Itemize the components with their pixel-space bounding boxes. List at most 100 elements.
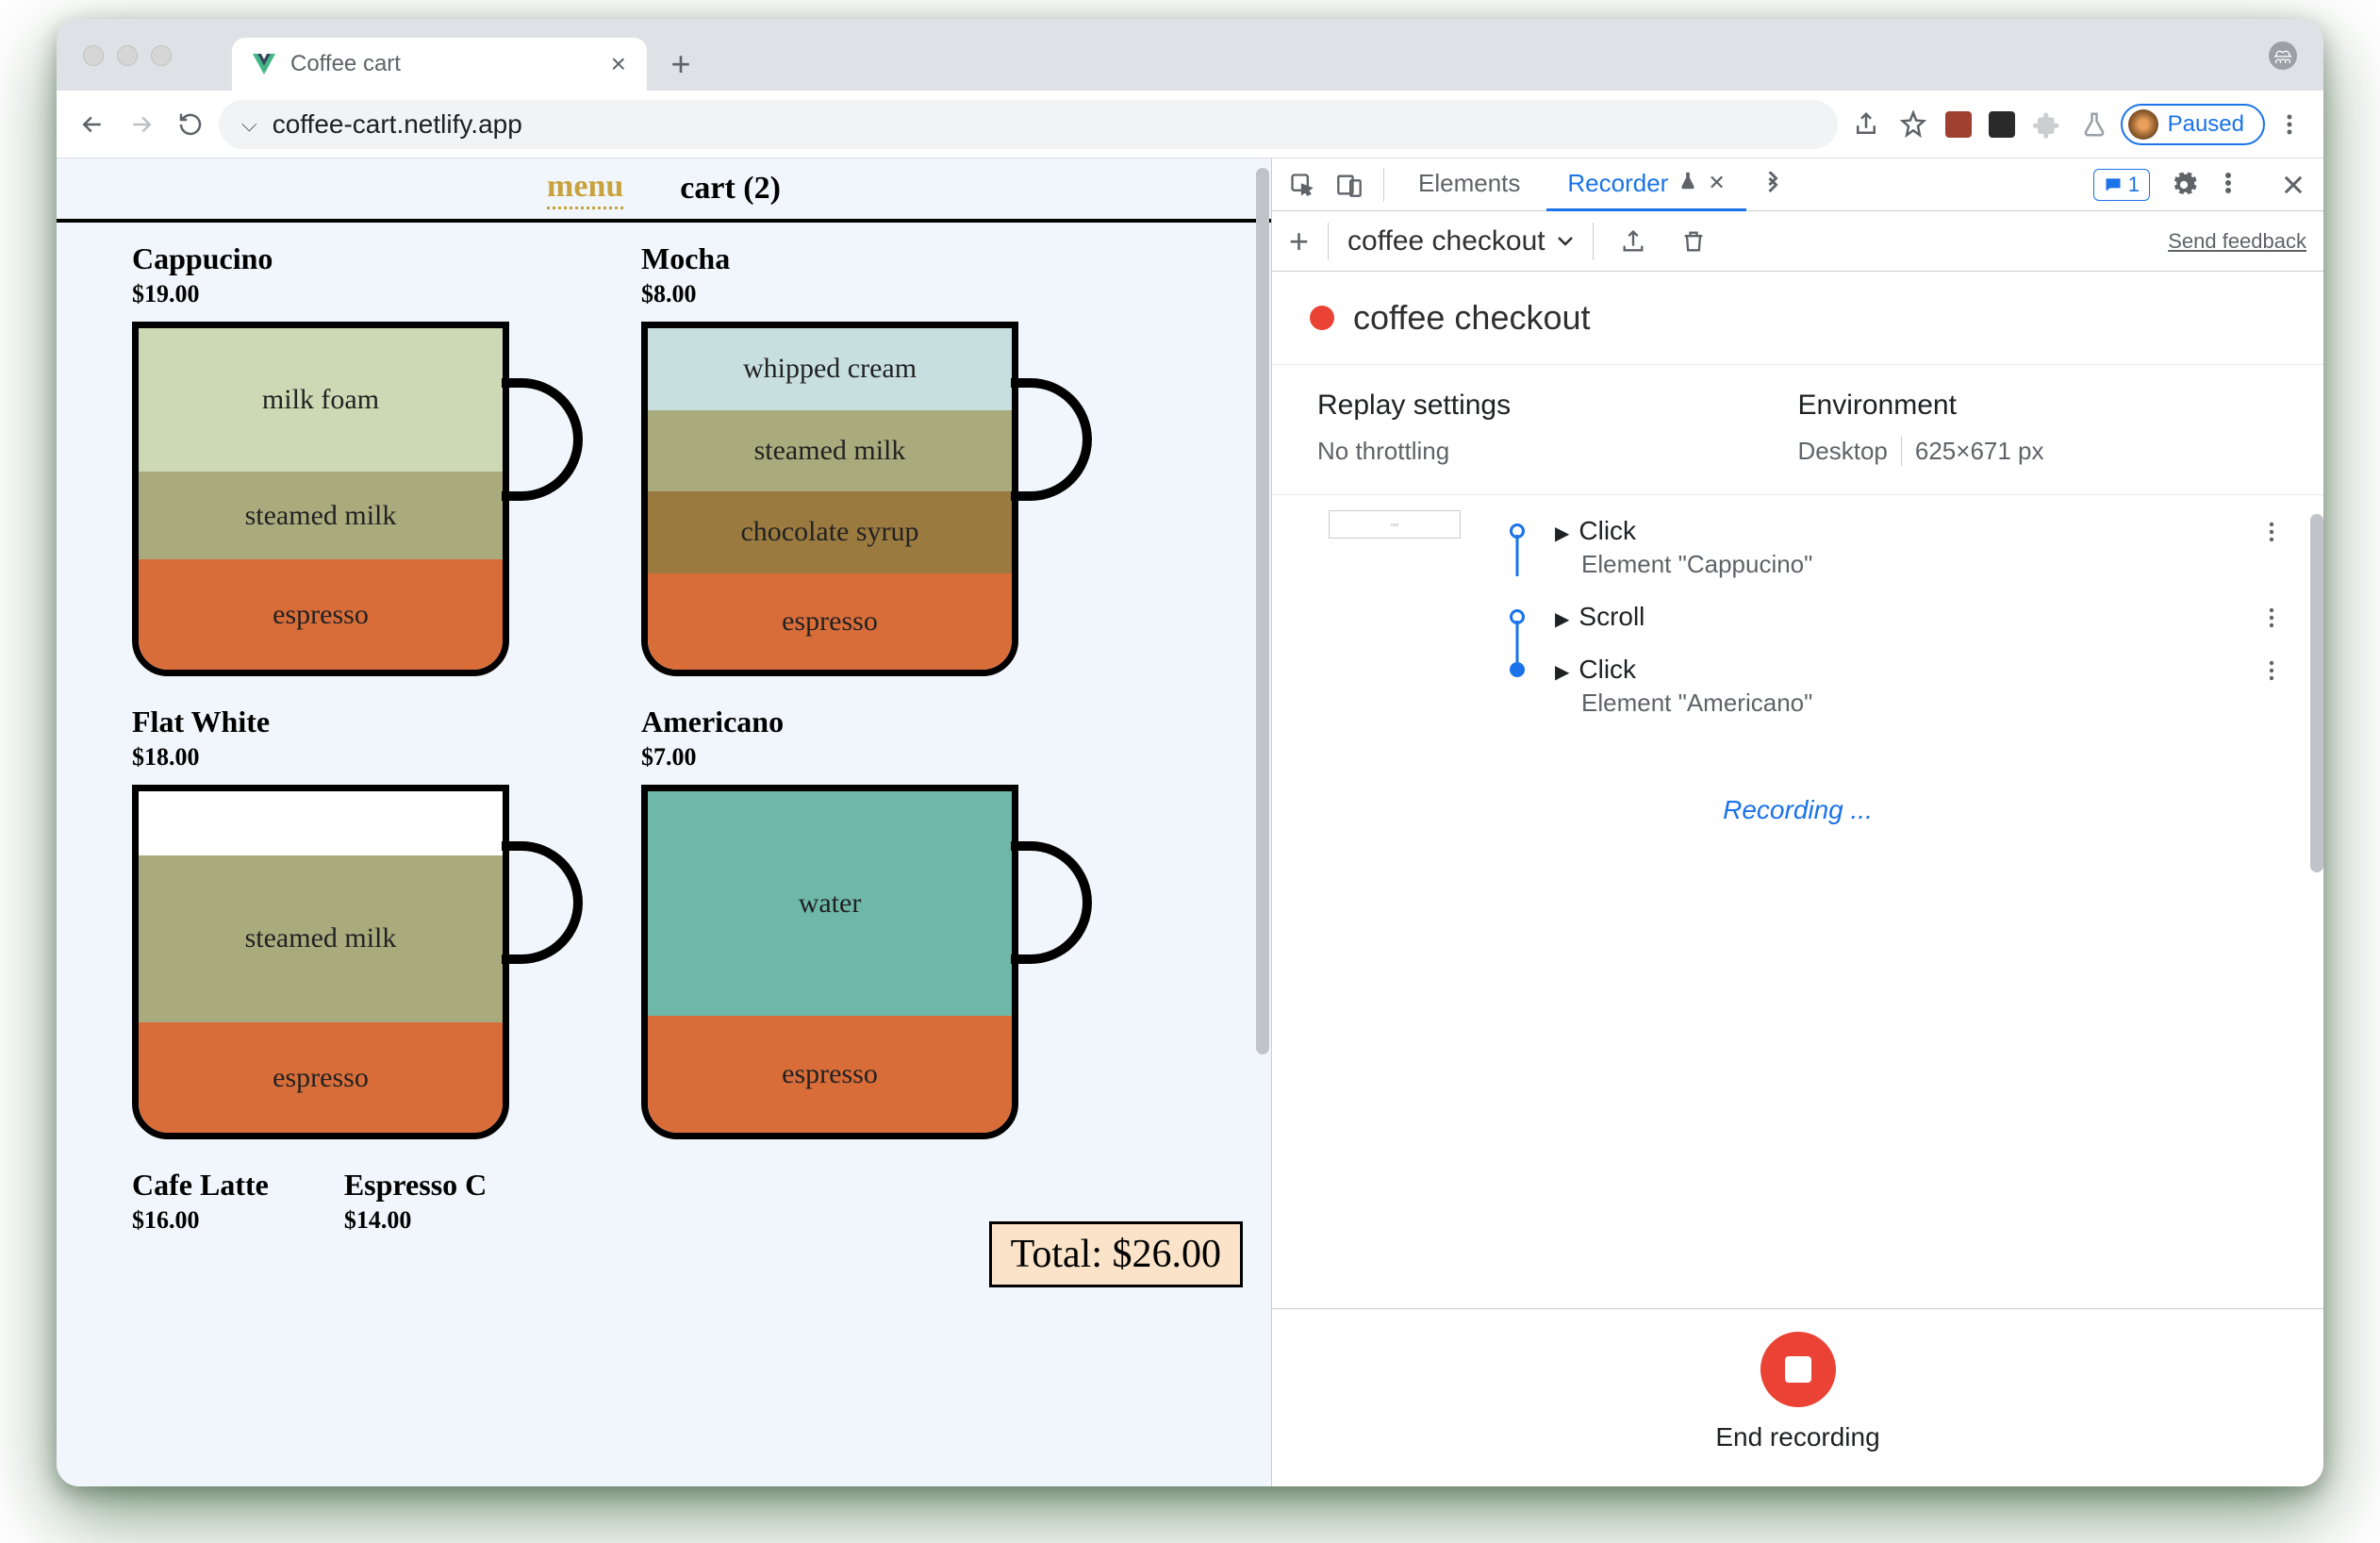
menu-link[interactable]: menu [547, 169, 623, 209]
stop-recording-button[interactable] [1760, 1332, 1836, 1407]
cart-link[interactable]: cart (2) [680, 171, 781, 207]
step-row[interactable]: ▫▫▫▶ClickElement "Americano" [1329, 643, 2286, 729]
devtools-tab-bar: Elements Recorder ✕ 1 [1272, 158, 2323, 211]
url-input[interactable]: ⌵ coffee-cart.netlify.app [219, 100, 1838, 149]
export-icon[interactable] [1612, 221, 1654, 262]
cup-graphic[interactable]: whipped creamsteamed milkchocolate syrup… [641, 322, 1075, 676]
recording-title: coffee checkout [1353, 298, 1591, 338]
profile-indicator[interactable] [2269, 41, 2297, 70]
device-value: Desktop [1798, 437, 1888, 466]
labs-icon[interactable] [2074, 104, 2115, 145]
devtools-scrollbar[interactable] [2310, 514, 2323, 872]
browser-tab[interactable]: Coffee cart × [232, 38, 647, 91]
flask-icon [1678, 169, 1698, 198]
product-price: $14.00 [344, 1206, 487, 1235]
new-tab-button[interactable]: + [658, 41, 703, 87]
avatar-icon [2128, 109, 2158, 140]
recorder-settings: Replay settings No throttling Environmen… [1272, 365, 2323, 495]
forward-button[interactable] [121, 104, 162, 145]
cup-layer [139, 791, 503, 855]
maximize-window[interactable] [151, 45, 172, 66]
inspect-icon[interactable] [1281, 164, 1323, 206]
step-menu-icon[interactable] [2257, 516, 2286, 542]
cup-layer: whipped cream [648, 328, 1012, 410]
cup-layer: steamed milk [139, 855, 503, 1022]
throttling-value[interactable]: No throttling [1317, 437, 1798, 466]
bookmark-icon[interactable] [1892, 104, 1934, 145]
tab-recorder[interactable]: Recorder ✕ [1546, 158, 1745, 211]
extensions-menu-icon[interactable] [2026, 104, 2068, 145]
share-icon[interactable] [1845, 104, 1887, 145]
tab-title: Coffee cart [290, 51, 401, 77]
cup-layer: chocolate syrup [648, 491, 1012, 573]
product-card[interactable]: Cappucino$19.00milk foamsteamed milkespr… [132, 241, 566, 676]
url-text: coffee-cart.netlify.app [273, 109, 522, 140]
step-name: ▶Scroll [1555, 602, 2257, 632]
close-window[interactable] [83, 45, 104, 66]
step-name: ▶Click [1555, 516, 2257, 546]
settings-icon[interactable] [2163, 164, 2205, 206]
toolbar-icons: Paused [1845, 104, 2308, 145]
tab-elements[interactable]: Elements [1397, 158, 1541, 211]
send-feedback-link[interactable]: Send feedback [2168, 229, 2306, 254]
devtools-menu-icon[interactable] [2218, 164, 2259, 206]
step-row[interactable]: ▫▫▫▶ClickElement "Cappucino" [1329, 505, 2286, 590]
content-area: menu cart (2) Cappucino$19.00milk foamst… [57, 158, 2323, 1486]
product-price: $19.00 [132, 280, 566, 308]
site-info-icon[interactable]: ⌵ [241, 112, 257, 137]
back-button[interactable] [72, 104, 113, 145]
step-menu-icon[interactable] [2257, 602, 2286, 628]
devtools-panel: Elements Recorder ✕ 1 [1271, 158, 2323, 1486]
product-name: Flat White [132, 705, 566, 739]
recording-indicator-icon [1310, 306, 1334, 330]
cup-graphic[interactable]: waterespresso [641, 785, 1075, 1139]
reload-button[interactable] [170, 104, 211, 145]
delete-icon[interactable] [1673, 221, 1714, 262]
cup-layer: steamed milk [139, 472, 503, 559]
product-card[interactable]: Espresso C$14.00 [344, 1168, 487, 1248]
product-price: $16.00 [132, 1206, 269, 1235]
new-recording-icon[interactable]: + [1289, 222, 1309, 261]
page-scrollbar[interactable] [1256, 168, 1269, 1054]
device-toggle-icon[interactable] [1329, 164, 1370, 206]
cup-layer: espresso [648, 573, 1012, 670]
product-card[interactable]: Americano$7.00waterespresso [641, 705, 1075, 1139]
total-badge[interactable]: Total: $26.00 [989, 1221, 1243, 1287]
cup-graphic[interactable]: steamed milkespresso [132, 785, 566, 1139]
profile-paused-chip[interactable]: Paused [2121, 104, 2265, 145]
minimize-window[interactable] [117, 45, 138, 66]
stop-icon [1785, 1356, 1811, 1383]
chrome-menu-icon[interactable] [2271, 113, 2308, 136]
product-card[interactable]: Cafe Latte$16.00 [132, 1168, 269, 1248]
close-tab-panel-icon[interactable]: ✕ [1708, 171, 1725, 195]
close-devtools-icon[interactable] [2273, 164, 2314, 206]
tab-strip: Coffee cart × + [57, 19, 2323, 91]
environment-label: Environment [1798, 390, 2279, 422]
viewport-value: 625×671 px [1901, 437, 2044, 466]
product-name: Americano [641, 705, 1075, 739]
chevron-down-icon [1557, 236, 1574, 247]
recording-header: coffee checkout [1272, 272, 2323, 365]
messages-badge[interactable]: 1 [2093, 169, 2150, 201]
recording-status: Recording ... [1272, 795, 2323, 825]
recorder-toolbar: + coffee checkout Send feedback [1272, 211, 2323, 272]
end-recording-label: End recording [1715, 1422, 1879, 1452]
address-bar: ⌵ coffee-cart.netlify.app Paused [57, 91, 2323, 158]
step-thumbnail: ▫▫▫ [1329, 510, 1461, 539]
more-tabs-icon[interactable] [1752, 164, 1793, 206]
end-recording-section: End recording [1272, 1308, 2323, 1486]
cup-layer: steamed milk [648, 410, 1012, 492]
cup-graphic[interactable]: milk foamsteamed milkespresso [132, 322, 566, 676]
step-row[interactable]: ▫▫▫▶Scroll [1329, 590, 2286, 643]
step-menu-icon[interactable] [2257, 655, 2286, 681]
close-tab-icon[interactable]: × [611, 49, 626, 79]
extension-icon-2[interactable] [1983, 106, 2021, 143]
extension-icon-1[interactable] [1940, 106, 1977, 143]
window-controls [83, 45, 172, 66]
vue-favicon [253, 54, 275, 75]
steps-list: ▫▫▫▶ClickElement "Cappucino"▫▫▫▶Scroll▫▫… [1272, 495, 2323, 1308]
cup-layer: espresso [648, 1016, 1012, 1133]
product-card[interactable]: Mocha$8.00whipped creamsteamed milkchoco… [641, 241, 1075, 676]
recording-selector[interactable]: coffee checkout [1347, 225, 1574, 257]
product-card[interactable]: Flat White$18.00steamed milkespresso [132, 705, 566, 1139]
